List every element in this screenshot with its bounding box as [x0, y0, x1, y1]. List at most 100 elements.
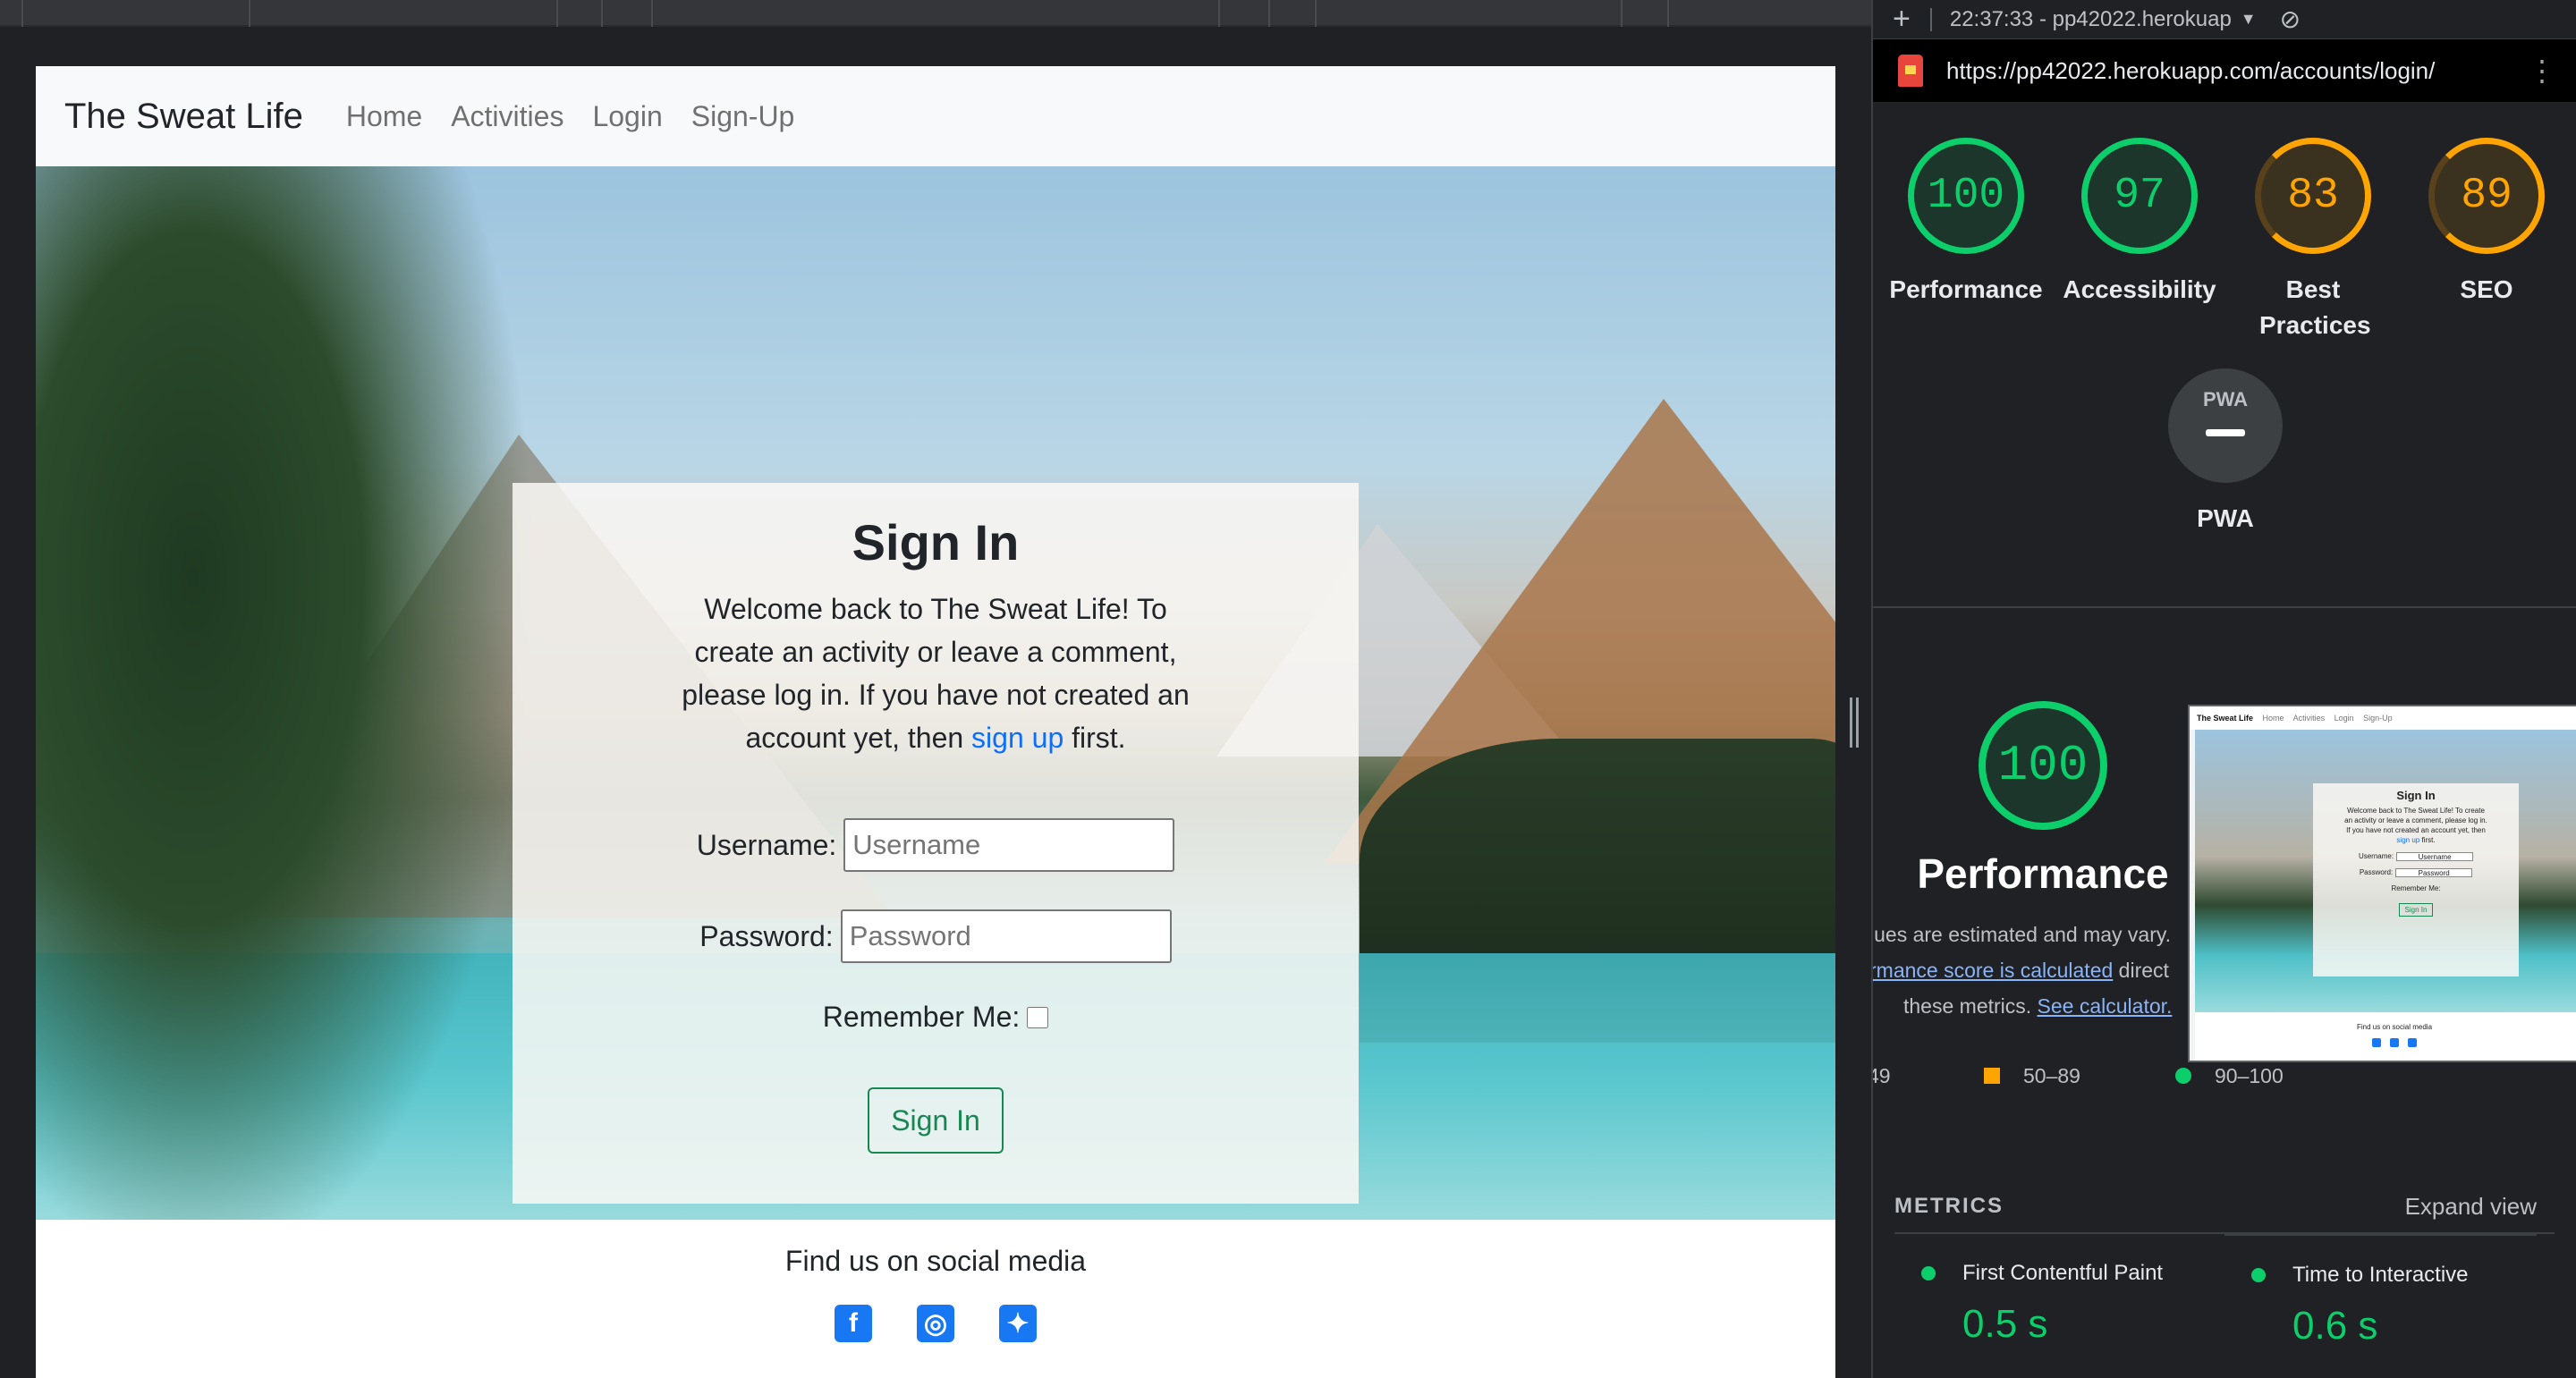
facebook-icon[interactable]: f: [835, 1305, 872, 1342]
expand-view-toggle[interactable]: Expand view: [2405, 1193, 2537, 1221]
instagram-icon: [2390, 1038, 2399, 1047]
thumbnail-remember: Remember Me:: [2391, 884, 2441, 892]
gauge-label: Accessibility: [2063, 275, 2216, 303]
thumbnail-password-input: Password: [2395, 868, 2473, 877]
thumbnail-title: Sign In: [2396, 789, 2436, 802]
hero-background-image: Sign In Welcome back to The Sweat Life! …: [36, 166, 1835, 1220]
score-gauges: 100 Performance 97 Accessibility 83 Best…: [1873, 102, 2576, 608]
password-input[interactable]: [840, 909, 1172, 963]
plus-icon[interactable]: +: [1893, 2, 1911, 37]
metrics-title: METRICS: [1894, 1194, 2004, 1218]
gauge-ring: 100: [1908, 138, 2024, 254]
metrics-header: METRICS Expand view: [1894, 1180, 2555, 1234]
signin-card: Sign In Welcome back to The Sweat Life! …: [513, 483, 1359, 1204]
panel-resize-handle[interactable]: [1850, 697, 1859, 748]
performance-section: 100 Performance lues are estimated and m…: [1873, 608, 2576, 1180]
nav-activities[interactable]: Activities: [451, 100, 564, 133]
pwa-icon: PWA: [2168, 368, 2283, 483]
password-row: Password:: [513, 909, 1359, 963]
metric-value: 0.5 s: [1962, 1302, 2048, 1346]
thumbnail-username-input: Username: [2396, 852, 2474, 861]
thumbnail-footer-title: Find us on social media: [2356, 1023, 2433, 1031]
facebook-icon: [2372, 1038, 2381, 1047]
browser-top-bar: [0, 0, 1871, 27]
username-label: Username:: [696, 828, 837, 861]
gauge-ring: 83: [2255, 138, 2371, 254]
gauge-ring: 89: [2428, 138, 2545, 254]
lighthouse-toolbar: + 22:37:33 - pp42022.herokuap ▼ ⊘: [1873, 0, 2576, 39]
gauge-pwa[interactable]: PWA PWA: [2138, 368, 2313, 537]
good-circle-icon: [1921, 1266, 1936, 1281]
clear-icon[interactable]: ⊘: [2280, 4, 2301, 34]
gauge-best-practices[interactable]: 83 Best Practices: [2225, 138, 2401, 343]
average-square-icon: [1984, 1068, 2000, 1084]
legend-good-range: 90–100: [2215, 1064, 2284, 1087]
toolbar-divider: [556, 0, 558, 27]
footer-title: Find us on social media: [784, 1245, 1087, 1277]
metric-time-to-interactive: Time to Interactive 0.6 s: [2224, 1234, 2537, 1348]
pwa-badge: PWA: [2202, 388, 2249, 410]
caret-down-icon[interactable]: ▼: [2241, 10, 2257, 29]
note-text: direct: [2113, 959, 2169, 982]
toolbar-divider: [601, 0, 603, 27]
viewport-gutter: [0, 27, 36, 1378]
signin-welcome-text: Welcome back to The Sweat Life! To creat…: [667, 588, 1204, 759]
score-calculation-link[interactable]: rmance score is calculated: [1873, 959, 2113, 982]
thumbnail-password-label: Password:: [2359, 868, 2394, 877]
username-input[interactable]: [843, 818, 1175, 872]
twitter-icon[interactable]: ✦: [999, 1305, 1037, 1342]
nav-home[interactable]: Home: [346, 100, 422, 133]
gauge-label: Best Practices: [2259, 275, 2371, 339]
brand-link[interactable]: The Sweat Life: [64, 97, 303, 137]
welcome-text-end: first.: [1063, 722, 1126, 754]
good-circle-icon: [2175, 1068, 2191, 1084]
password-label: Password:: [699, 919, 834, 952]
toolbar-divider: [1315, 0, 1317, 27]
report-url: https://pp42022.herokuapp.com/accounts/l…: [1946, 56, 2436, 84]
gauge-accessibility[interactable]: 97 Accessibility: [2052, 138, 2227, 308]
thumbnail-nav-item: Activities: [2292, 714, 2326, 723]
toolbar-divider: [1218, 0, 1220, 27]
legend-average-range: 50–89: [2023, 1064, 2080, 1087]
site-footer: Find us on social media f ◎ ✦: [36, 1220, 1835, 1378]
thumbnail-nav-item: Home: [2262, 714, 2284, 723]
toolbar-divider: [1621, 0, 1623, 27]
gauge-ring: 97: [2081, 138, 2198, 254]
remember-checkbox[interactable]: [1027, 1006, 1049, 1028]
gauge-seo[interactable]: 89 SEO: [2399, 138, 2574, 308]
metric-label: Time to Interactive: [2292, 1263, 2469, 1287]
thumbnail-password-row: Password: Password: [2313, 868, 2519, 877]
toolbar-divider: [21, 0, 23, 27]
note-text: these metrics.: [1903, 994, 2038, 1018]
nav-login[interactable]: Login: [592, 100, 662, 133]
performance-note: rmance score is calculated direct: [1873, 959, 2169, 983]
thumbnail-signup-link: sign up: [2396, 836, 2420, 844]
site-viewport: The Sweat Life Home Activities Login Sig…: [36, 66, 1835, 1378]
metric-label: First Contentful Paint: [1962, 1261, 2164, 1285]
metric-grid: First Contentful Paint 0.5 s Time to Int…: [1894, 1234, 2555, 1348]
gauge-label: PWA: [2197, 504, 2254, 532]
gauge-performance[interactable]: 100 Performance: [1878, 138, 2054, 308]
devtools-panel: + 22:37:33 - pp42022.herokuap ▼ ⊘ https:…: [1871, 0, 2576, 1378]
nav-signup[interactable]: Sign-Up: [691, 100, 795, 133]
thumbnail-social-icons: [2195, 1038, 2576, 1049]
instagram-icon[interactable]: ◎: [917, 1305, 954, 1342]
thumbnail-hero: Sign In Welcome back to The Sweat Life! …: [2195, 730, 2576, 1012]
legend-fail-range: 49: [1873, 1064, 1891, 1087]
thumbnail-username-label: Username:: [2358, 852, 2394, 861]
thumbnail-button: Sign In: [2398, 903, 2434, 917]
more-options-icon[interactable]: ⋮: [2528, 54, 2556, 88]
thumbnail-username-row: Username: Username: [2313, 852, 2519, 861]
see-calculator-link[interactable]: See calculator.: [2038, 994, 2173, 1018]
performance-note: lues are estimated and may vary.: [1871, 923, 2172, 946]
signin-button[interactable]: Sign In: [868, 1087, 1004, 1154]
signup-link[interactable]: sign up: [971, 722, 1063, 754]
remember-label: Remember Me:: [822, 1001, 1021, 1033]
metric-value: 0.6 s: [2292, 1304, 2378, 1348]
gauge-label: SEO: [2460, 275, 2513, 303]
thumbnail-footer: Find us on social media: [2195, 1012, 2576, 1061]
username-row: Username:: [513, 818, 1359, 872]
thumbnail-brand: The Sweat Life: [2197, 714, 2254, 723]
thumbnail-nav-item: Sign-Up: [2363, 714, 2393, 723]
report-selector[interactable]: 22:37:33 - pp42022.herokuap: [1950, 7, 2232, 32]
